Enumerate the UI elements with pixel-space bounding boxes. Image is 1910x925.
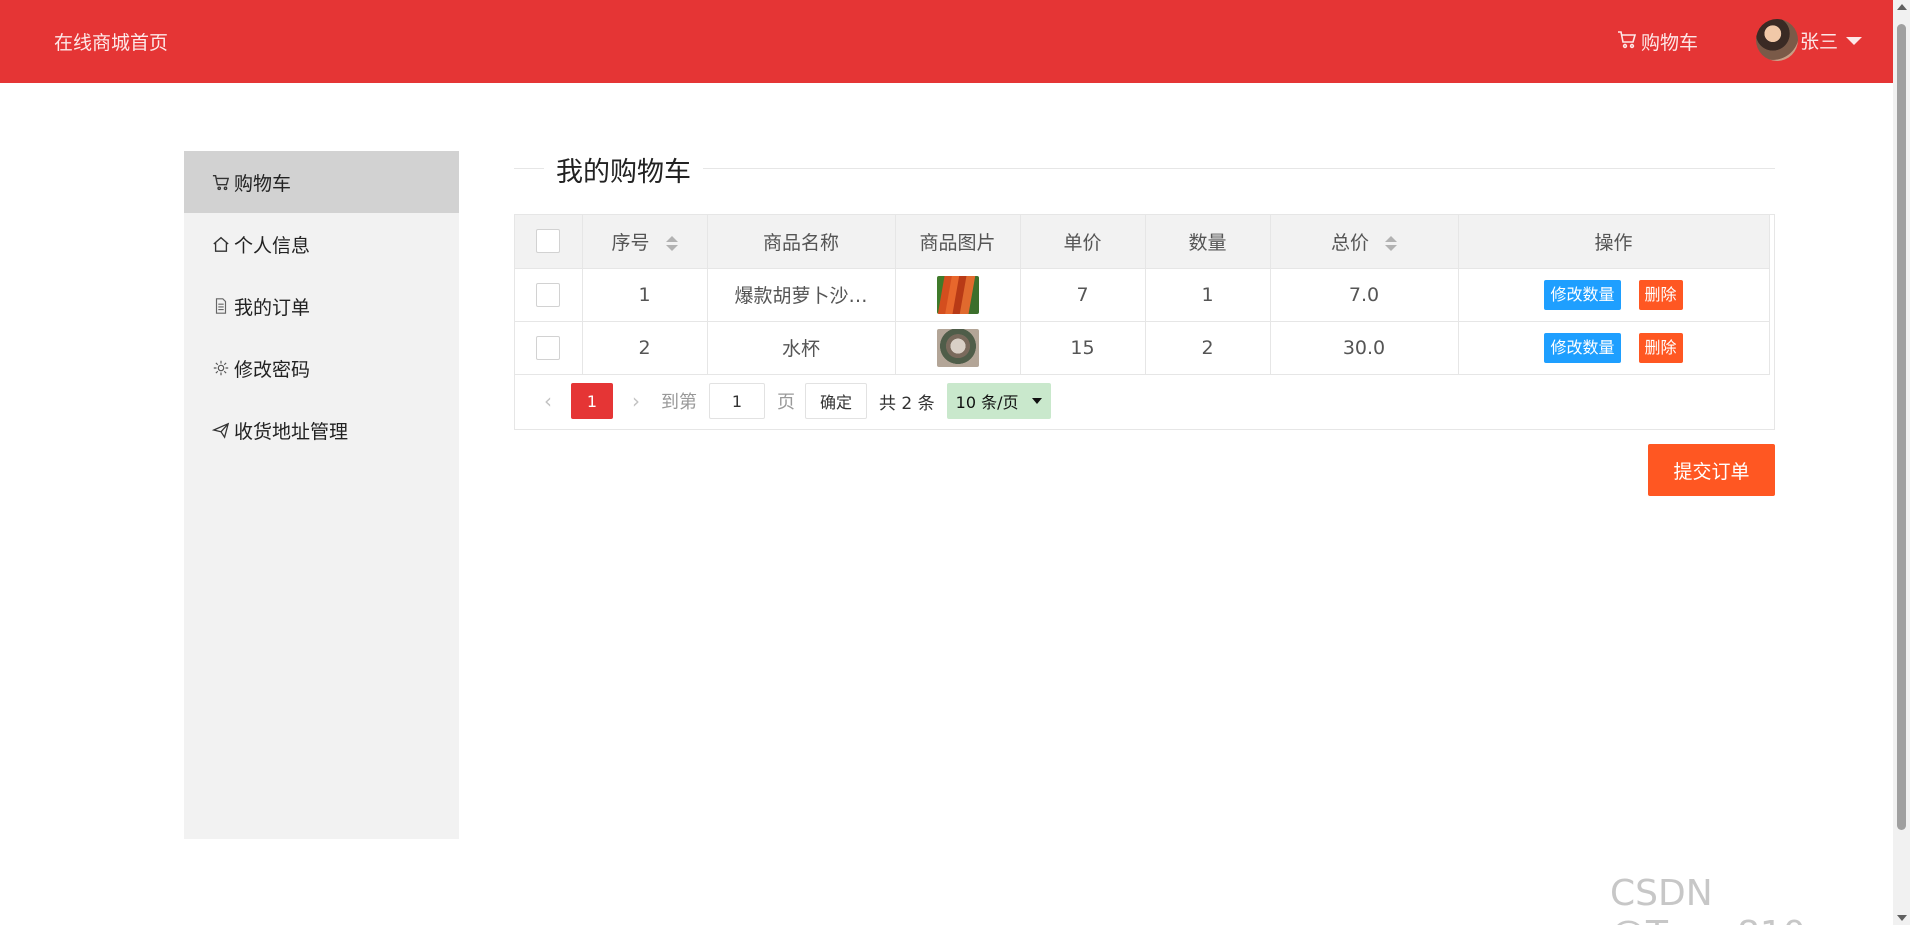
sort-icon[interactable] — [665, 235, 678, 251]
pagination: ‹ 1 › 到第 页 确定 共 2 条 10 条/页 — [533, 383, 1052, 419]
cell-name: 爆款胡萝卜沙… — [707, 268, 896, 322]
cart-table: 序号 商品名称 商品图片 单价 数量 总价 操作 1 爆款胡萝卜沙… 7 1 7… — [515, 215, 1770, 375]
column-label: 总价 — [1330, 231, 1369, 254]
sidebar-item-address[interactable]: 收货地址管理 — [184, 399, 459, 461]
sidebar-item-label: 个人信息 — [234, 234, 311, 257]
header-cart-label: 购物车 — [1641, 32, 1699, 54]
sidebar-item-label: 我的订单 — [234, 296, 311, 319]
cell-actions: 修改数量 删除 — [1458, 321, 1770, 375]
column-header-price: 单价 — [1020, 215, 1146, 269]
home-link[interactable]: 在线商城首页 — [54, 28, 168, 55]
page-size-value: 10 条/页 — [955, 393, 1019, 412]
title-divider — [514, 168, 1775, 169]
cup-thumbnail[interactable] — [936, 328, 979, 367]
delete-button[interactable]: 删除 — [1638, 332, 1683, 363]
header-checkbox-cell — [515, 215, 583, 269]
cell-image — [895, 321, 1021, 375]
cell-image — [895, 268, 1021, 322]
column-label: 序号 — [611, 231, 650, 254]
next-page-icon[interactable]: › — [621, 383, 651, 419]
chevron-down-icon — [1846, 37, 1863, 45]
header-cart-link[interactable]: 购物车 — [1617, 28, 1698, 55]
cell-qty: 2 — [1145, 321, 1271, 375]
scroll-up-icon[interactable] — [1897, 4, 1907, 10]
watermark: CSDN @Tom_810 — [1610, 873, 1806, 925]
column-header-index[interactable]: 序号 — [582, 215, 708, 269]
goto-confirm-button[interactable]: 确定 — [805, 383, 868, 419]
sidebar-item-password[interactable]: 修改密码 — [184, 337, 459, 399]
column-header-actions: 操作 — [1458, 215, 1770, 269]
submit-order-button[interactable]: 提交订单 — [1648, 444, 1775, 496]
cell-qty: 1 — [1145, 268, 1271, 322]
cell-total: 7.0 — [1270, 268, 1459, 322]
carrot-thumbnail[interactable] — [936, 275, 979, 314]
user-name: 张三 — [1800, 30, 1839, 53]
sidebar-item-label: 收货地址管理 — [234, 420, 349, 443]
row-checkbox[interactable] — [536, 282, 561, 307]
table-row: 2 水杯 15 2 30.0 修改数量 删除 — [515, 321, 1770, 375]
cell-price: 7 — [1020, 268, 1146, 322]
cell-index: 2 — [582, 321, 708, 375]
home-icon — [212, 235, 230, 253]
table-row: 1 爆款胡萝卜沙… 7 1 7.0 修改数量 删除 — [515, 268, 1770, 322]
top-navbar: 在线商城首页 购物车 张三 — [0, 0, 1893, 83]
user-menu[interactable]: 张三 — [1756, 19, 1863, 61]
row-checkbox-cell — [515, 268, 583, 322]
column-header-image: 商品图片 — [895, 215, 1021, 269]
scrollbar-thumb[interactable] — [1897, 24, 1906, 830]
sidebar-item-label: 购物车 — [234, 172, 292, 195]
gear-icon — [212, 359, 230, 377]
column-header-qty: 数量 — [1145, 215, 1271, 269]
cell-total: 30.0 — [1270, 321, 1459, 375]
page-number-current[interactable]: 1 — [571, 383, 613, 419]
sidebar-item-orders[interactable]: 我的订单 — [184, 275, 459, 337]
send-icon — [212, 421, 230, 439]
cart-table-container: 序号 商品名称 商品图片 单价 数量 总价 操作 1 爆款胡萝卜沙… 7 1 7… — [514, 214, 1775, 430]
column-header-total[interactable]: 总价 — [1270, 215, 1459, 269]
sidebar-item-profile[interactable]: 个人信息 — [184, 213, 459, 275]
goto-prefix: 到第 — [661, 392, 697, 413]
goto-suffix: 页 — [777, 392, 795, 413]
sidebar: 购物车 个人信息 我的订单 修改密码 收货地址管理 — [184, 151, 459, 839]
page: 在线商城首页 购物车 张三 购物车 个人信息 我的订单 修改密码 收货地址管理 … — [0, 0, 1910, 925]
page-size-select[interactable]: 10 条/页 — [946, 383, 1052, 419]
sidebar-item-label: 修改密码 — [234, 358, 311, 381]
column-header-name: 商品名称 — [707, 215, 896, 269]
document-icon — [212, 297, 230, 315]
chevron-down-icon — [1032, 398, 1043, 404]
prev-page-icon[interactable]: ‹ — [533, 383, 563, 419]
sidebar-item-cart[interactable]: 购物车 — [184, 151, 459, 213]
cell-index: 1 — [582, 268, 708, 322]
page-scrollbar[interactable] — [1893, 0, 1910, 925]
cell-actions: 修改数量 删除 — [1458, 268, 1770, 322]
edit-quantity-button[interactable]: 修改数量 — [1544, 332, 1621, 363]
section-title: 我的购物车 — [514, 150, 1775, 190]
delete-button[interactable]: 删除 — [1638, 279, 1683, 310]
total-count: 共 2 条 — [879, 393, 935, 414]
sort-icon[interactable] — [1385, 235, 1397, 251]
avatar — [1756, 19, 1798, 61]
cell-price: 15 — [1020, 321, 1146, 375]
cart-icon — [1617, 29, 1637, 54]
cell-name: 水杯 — [707, 321, 896, 375]
table-header-row: 序号 商品名称 商品图片 单价 数量 总价 操作 — [515, 215, 1770, 269]
row-checkbox[interactable] — [536, 335, 561, 360]
goto-page-input[interactable] — [709, 383, 765, 419]
select-all-checkbox[interactable] — [536, 229, 561, 254]
edit-quantity-button[interactable]: 修改数量 — [1544, 279, 1621, 310]
page-title: 我的购物车 — [544, 150, 703, 189]
row-checkbox-cell — [515, 321, 583, 375]
cart-icon — [212, 173, 230, 191]
